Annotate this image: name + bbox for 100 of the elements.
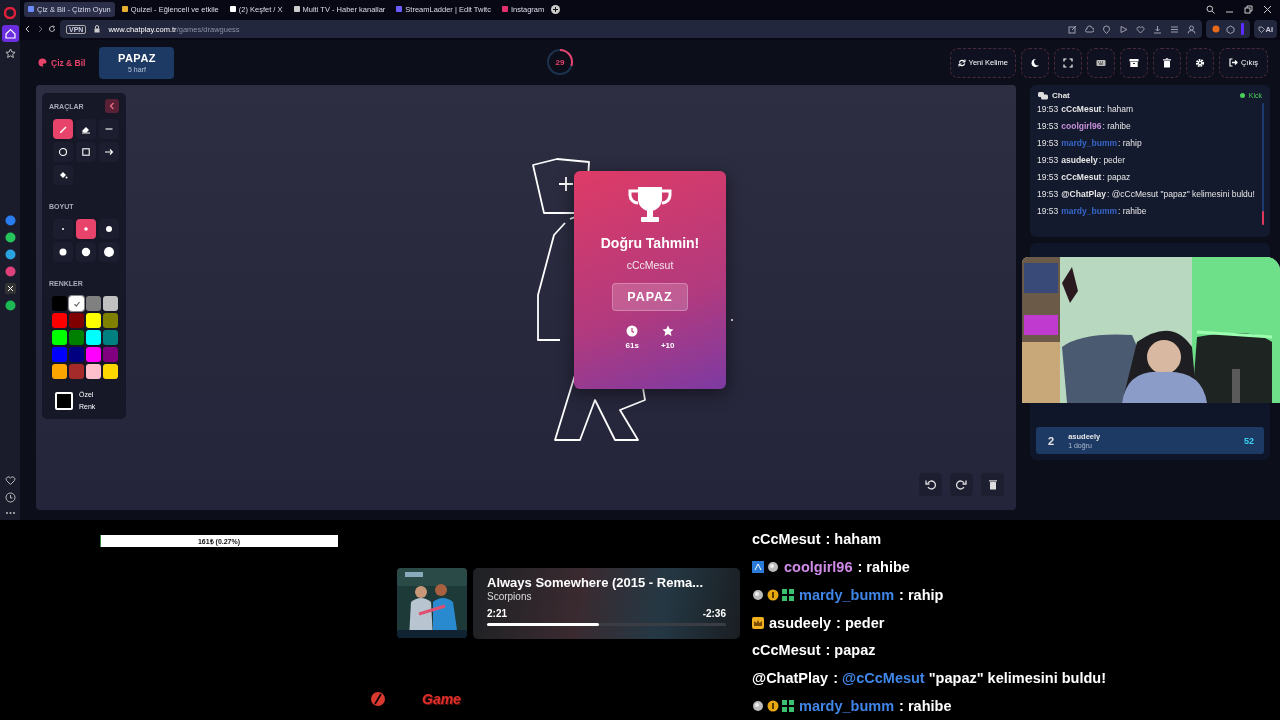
trash-button[interactable] bbox=[1152, 47, 1181, 78]
color-swatch[interactable] bbox=[69, 296, 84, 311]
undo-icon bbox=[925, 479, 936, 490]
result-title: Doğru Tahmin! bbox=[600, 235, 700, 251]
collapse-button[interactable] bbox=[105, 99, 119, 113]
brush-size-button[interactable] bbox=[99, 219, 119, 239]
dot-icon bbox=[57, 246, 69, 258]
settings-button[interactable] bbox=[1185, 47, 1214, 78]
app-logo-text: Çiz & Bil bbox=[51, 57, 86, 68]
tool-button[interactable] bbox=[76, 119, 96, 139]
color-swatch[interactable] bbox=[52, 364, 67, 379]
tool-button[interactable] bbox=[76, 142, 96, 162]
redo-button[interactable] bbox=[950, 473, 973, 496]
brush-size-button[interactable] bbox=[76, 242, 96, 262]
timer-ring bbox=[546, 48, 574, 76]
paint-bucket-icon bbox=[58, 170, 68, 180]
settings-icon bbox=[1194, 57, 1205, 68]
color-swatch[interactable] bbox=[69, 330, 84, 345]
color-swatch[interactable] bbox=[103, 347, 118, 362]
chat-bubbles-icon bbox=[1038, 91, 1048, 100]
browser-logo-icon[interactable] bbox=[4, 7, 16, 19]
chat-username: @ChatPlay bbox=[752, 670, 829, 687]
color-swatch[interactable] bbox=[103, 330, 118, 345]
color-swatch[interactable] bbox=[69, 347, 84, 362]
restore-icon[interactable] bbox=[1244, 4, 1253, 14]
logout-icon bbox=[1228, 58, 1238, 67]
color-swatch[interactable] bbox=[103, 364, 118, 379]
undo-button[interactable] bbox=[919, 473, 942, 496]
scrollbar[interactable] bbox=[1262, 103, 1264, 225]
reload-icon[interactable] bbox=[48, 25, 56, 33]
dark-mode-button[interactable] bbox=[1020, 47, 1049, 78]
person-icon[interactable] bbox=[1186, 24, 1196, 34]
dark-mode-icon bbox=[1029, 57, 1040, 68]
points-earned: +10 bbox=[660, 341, 675, 350]
new-tab-icon[interactable] bbox=[551, 4, 561, 14]
chat-time: 19:53 bbox=[1037, 121, 1059, 132]
timer-value: 29 bbox=[555, 57, 565, 67]
heart-icon[interactable] bbox=[4, 475, 16, 486]
arrow-icon bbox=[104, 147, 114, 157]
chat-message: : peder bbox=[1098, 155, 1126, 166]
brush-size-button[interactable] bbox=[99, 242, 119, 262]
sliders-icon[interactable] bbox=[1169, 24, 1179, 34]
chat-message: : rahip bbox=[1118, 138, 1142, 149]
brush-size-button[interactable] bbox=[53, 242, 73, 262]
search-icon[interactable] bbox=[1206, 4, 1215, 14]
check-icon bbox=[72, 299, 81, 308]
forward-icon[interactable] bbox=[36, 25, 44, 33]
color-swatch[interactable] bbox=[52, 296, 67, 311]
more-icon[interactable] bbox=[4, 509, 16, 517]
tool-button[interactable] bbox=[53, 142, 73, 162]
tool-button[interactable] bbox=[99, 119, 119, 139]
color-swatch[interactable] bbox=[52, 313, 67, 328]
custom-color-picker[interactable] bbox=[55, 392, 73, 410]
chat-username: coolgirl96 bbox=[784, 558, 853, 575]
color-swatch[interactable] bbox=[69, 364, 84, 379]
color-swatch[interactable] bbox=[86, 296, 101, 311]
download-icon[interactable] bbox=[1152, 24, 1162, 34]
tool-button[interactable] bbox=[99, 142, 119, 162]
dot-icon[interactable] bbox=[1211, 25, 1220, 33]
x-icon[interactable] bbox=[4, 283, 16, 294]
play-icon[interactable] bbox=[1118, 24, 1128, 34]
pin-icon[interactable] bbox=[1101, 24, 1111, 34]
song-title: Always Somewhere (2015 - Rema... bbox=[487, 575, 705, 590]
redo-icon bbox=[956, 479, 967, 490]
keyboard-button[interactable] bbox=[1086, 47, 1115, 78]
back-icon[interactable] bbox=[24, 25, 32, 33]
home-icon[interactable] bbox=[4, 28, 16, 39]
color-swatch[interactable] bbox=[86, 364, 101, 379]
star-icon bbox=[661, 325, 674, 337]
cloud-icon[interactable] bbox=[1084, 24, 1094, 34]
color-swatch[interactable] bbox=[103, 313, 118, 328]
color-swatch[interactable] bbox=[86, 347, 101, 362]
color-swatch[interactable] bbox=[86, 313, 101, 328]
close-icon[interactable] bbox=[1263, 4, 1272, 14]
fullscreen-button[interactable] bbox=[1053, 47, 1082, 78]
status-dot bbox=[1239, 93, 1245, 98]
refresh-icon bbox=[957, 58, 966, 67]
clock-icon[interactable] bbox=[4, 492, 16, 503]
chat-username: @ChatPlay bbox=[1061, 189, 1106, 200]
pixel-badge-icon bbox=[752, 560, 764, 573]
chat-message: : @cCcMesut "papaz" kelimesini buldu! bbox=[1106, 189, 1255, 200]
chat-username: coolgirl96 bbox=[1061, 121, 1102, 132]
star-icon[interactable] bbox=[4, 48, 16, 59]
rank-number: 2 bbox=[1048, 434, 1055, 447]
tool-button[interactable] bbox=[53, 165, 73, 185]
chat-username: cCcMesut bbox=[1061, 104, 1102, 115]
edit-icon[interactable] bbox=[1067, 24, 1077, 34]
tool-button[interactable] bbox=[53, 119, 73, 139]
color-swatch[interactable] bbox=[103, 296, 118, 311]
orb-badge-icon bbox=[752, 588, 764, 601]
cube-icon[interactable] bbox=[1225, 24, 1235, 34]
clear-button[interactable] bbox=[981, 473, 1004, 496]
color-swatch[interactable] bbox=[86, 330, 101, 345]
brush-size-button[interactable] bbox=[76, 219, 96, 239]
color-swatch[interactable] bbox=[69, 313, 84, 328]
chat-username: asudeely bbox=[1061, 155, 1098, 166]
color-swatch[interactable] bbox=[52, 347, 67, 362]
color-swatch[interactable] bbox=[52, 330, 67, 345]
chat-username: mardy_bumm bbox=[1061, 138, 1118, 149]
archive-button[interactable] bbox=[1119, 47, 1148, 78]
